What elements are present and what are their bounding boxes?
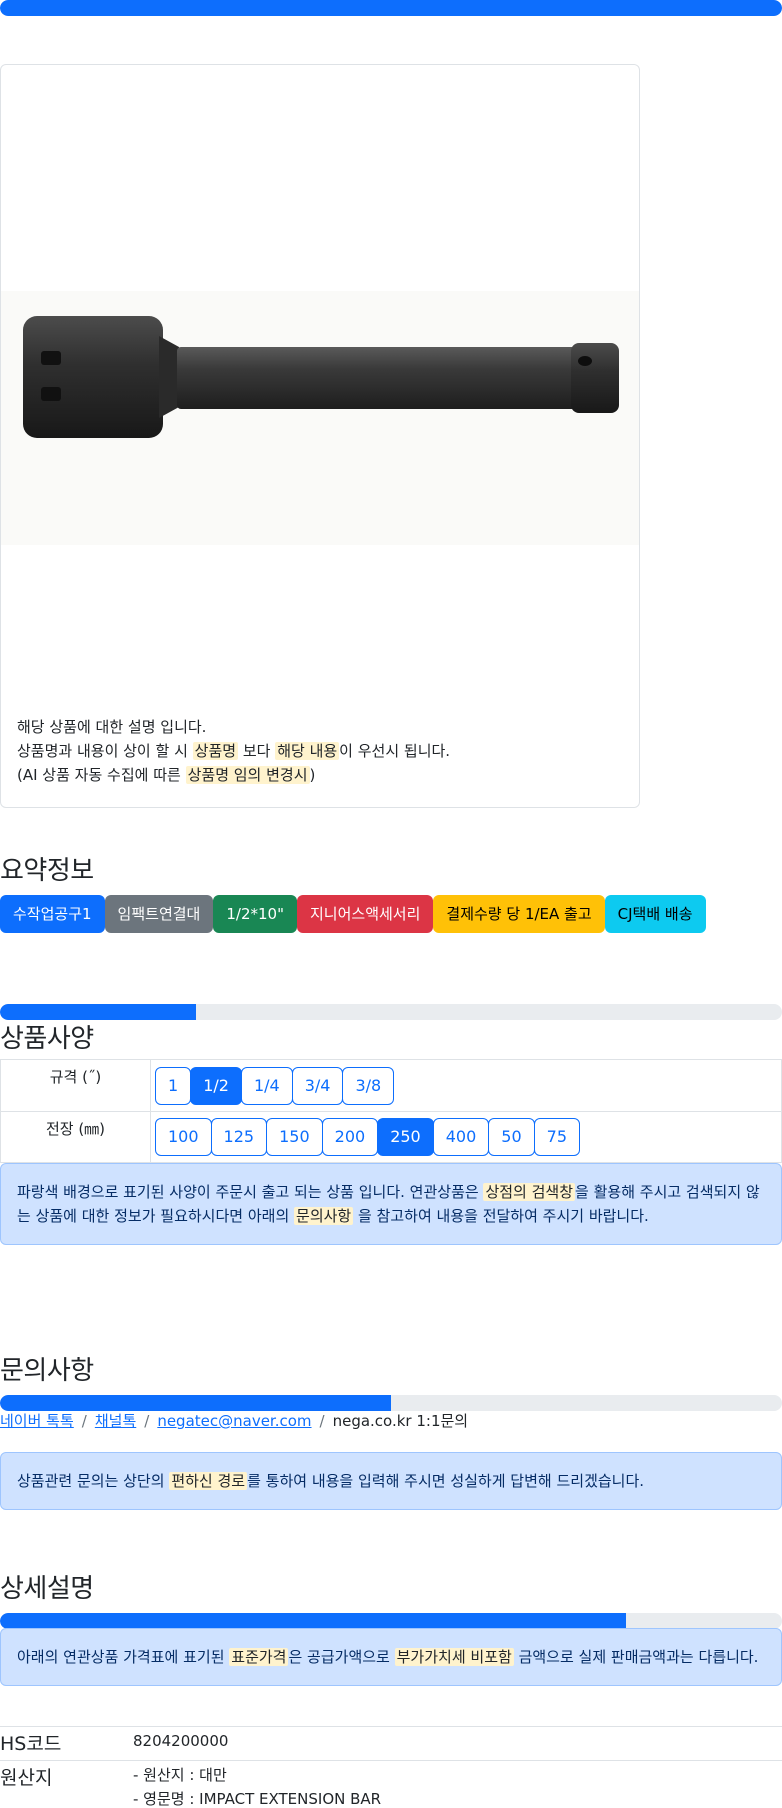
spec-option-button[interactable]: 1/4 [240,1066,293,1105]
spec-table: 규격 (˝) 1 1/2 1/4 3/4 3/8 전장 (㎜) 100 125 150 200 250… [0,1059,782,1163]
spec-label: 규격 (˝) [0,1060,151,1111]
inquiry-progress-bar [0,1395,782,1411]
desc-text: ) [309,766,316,784]
spec-notice: 파랑색 배경으로 표기된 사양이 주문시 출고 되는 상품 입니다. 연관상품은… [0,1163,782,1245]
highlight-standard-price: 표준가격 [229,1648,289,1666]
notice-text: 을 참고하여 내용을 전달하여 주시기 바랍니다. [353,1207,649,1225]
spec-option-button[interactable]: 250 [377,1118,434,1156]
info-row-origin: 원산지 - 원산지 : 대만 - 영문명 : IMPACT EXTENSION … [0,1760,782,1808]
desc-text: (AI 상품 자동 수집에 따른 [17,766,186,784]
summary-tag: 지니어스액세서리 [297,895,434,933]
notice-text: 은 공급가액으로 [288,1648,395,1666]
highlight-content: 해당 내용 [275,742,340,760]
inquiry-notice: 상품관련 문의는 상단의 편하신 경로 를 통하여 내용을 입력해 주시면 성실하… [0,1452,782,1510]
info-value: - 원산지 : 대만 - 영문명 : IMPACT EXTENSION BAR [133,1761,381,1808]
link-email[interactable]: negatec@naver.com [157,1412,311,1430]
spec-option-button[interactable]: 125 [210,1118,268,1156]
desc-text: 보다 [238,742,276,760]
desc-line-3: (AI 상품 자동 수집에 따른 상품명 임의 변경시) [17,763,450,787]
spec-option-button[interactable]: 200 [321,1118,379,1156]
summary-tags: 수작업공구1 임팩트연결대 1/2*10" 지니어스액세서리 결제수량 당 1/EA 출… [0,895,706,933]
desc-line-2: 상품명과 내용이 상이 할 시 상품명 보다 해당 내용 이 우선시 됩니다. [17,739,450,763]
highlight-inquiry: 문의사항 [294,1207,354,1225]
detail-title: 상세설명 [0,1574,94,1604]
summary-tag: 임팩트연결대 [104,895,214,933]
separator: / [319,1412,325,1430]
top-progress-bar [0,0,782,16]
detail-progress-bar [0,1613,782,1629]
desc-text: 상품명과 내용이 상이 할 시 [17,742,193,760]
spec-option-button[interactable]: 1/2 [190,1066,242,1105]
highlight-name-change: 상품명 임의 변경시 [185,766,310,784]
info-value-line: - 영문명 : IMPACT EXTENSION BAR [133,1790,382,1808]
info-value: 8204200000 [133,1727,228,1760]
product-description: 해당 상품에 대한 설명 입니다. 상품명과 내용이 상이 할 시 상품명 보다… [17,715,450,787]
spec-option-button[interactable]: 75 [533,1118,580,1156]
desc-line-1: 해당 상품에 대한 설명 입니다. [17,718,207,736]
summary-tag: 1/2*10" [213,895,297,933]
notice-text: 를 통하여 내용을 입력해 주시면 성실하게 답변해 드리겠습니다. [247,1472,645,1490]
spec-options: 100 125 150 200 250 400 50 75 [151,1112,782,1162]
notice-text: 파랑색 배경으로 표기된 사양이 주문시 출고 되는 상품 입니다. 연관상품은 [17,1183,484,1201]
spec-option-button[interactable]: 50 [488,1118,535,1156]
summary-tag: CJ택배 배송 [604,895,706,933]
spec-title: 상품사양 [0,1024,94,1054]
spec-option-button[interactable]: 100 [155,1118,212,1156]
detail-notice: 아래의 연관상품 가격표에 표기된 표준가격 은 공급가액으로 부가가치세 비포함… [0,1628,782,1686]
separator: / [81,1412,87,1430]
extension-bar-image [23,316,619,438]
spec-options: 1 1/2 1/4 3/4 3/8 [151,1060,782,1111]
spec-option-button[interactable]: 400 [432,1118,490,1156]
highlight-vat-excluded: 부가가치세 비포함 [394,1648,514,1666]
detail-progress-fill [0,1613,626,1629]
info-value-line: - 원산지 : 대만 [133,1766,227,1784]
separator: / [144,1412,150,1430]
info-value-line: 8204200000 [133,1732,229,1750]
top-progress-fill [0,0,782,16]
notice-text: 상품관련 문의는 상단의 [17,1472,170,1490]
spec-option-button[interactable]: 3/4 [291,1066,344,1105]
link-channel-talk[interactable]: 채널톡 [95,1412,136,1430]
summary-title: 요약정보 [0,856,94,886]
highlight-product-name: 상품명 [192,742,239,760]
spec-row: 전장 (㎜) 100 125 150 200 250 400 50 75 [0,1111,782,1163]
info-row-hs-code: HS코드 8204200000 [0,1726,782,1760]
summary-tag: 결제수량 당 1/EA 출고 [433,895,605,933]
contact-links: 네이버 톡톡 / 채널톡 / negatec@naver.com / nega.co.kr … [0,1410,468,1431]
link-naver-talk[interactable]: 네이버 톡톡 [0,1412,74,1430]
highlight-route: 편하신 경로 [169,1472,248,1490]
spec-option-button[interactable]: 1 [155,1066,192,1105]
inquiry-title: 문의사항 [0,1356,94,1386]
info-key: HS코드 [0,1733,62,1755]
product-image [1,291,639,545]
spec-option-button[interactable]: 150 [266,1118,323,1156]
notice-text: 아래의 연관상품 가격표에 표기된 [17,1648,230,1666]
inquiry-progress-fill [0,1395,391,1411]
summary-tag: 수작업공구1 [0,895,105,933]
desc-text: 이 우선시 됩니다. [339,742,451,760]
highlight-search: 상점의 검색창 [483,1183,576,1201]
spec-row: 규격 (˝) 1 1/2 1/4 3/4 3/8 [0,1059,782,1111]
spec-label: 전장 (㎜) [0,1112,151,1162]
product-card: 해당 상품에 대한 설명 입니다. 상품명과 내용이 상이 할 시 상품명 보다… [0,64,640,808]
notice-text: 금액으로 실제 판매금액과는 다릅니다. [513,1648,759,1666]
spec-progress-bar [0,1004,782,1020]
site-inquiry-text: nega.co.kr 1:1문의 [332,1412,469,1430]
info-key: 원산지 [0,1767,53,1789]
spec-option-button[interactable]: 3/8 [342,1066,395,1105]
